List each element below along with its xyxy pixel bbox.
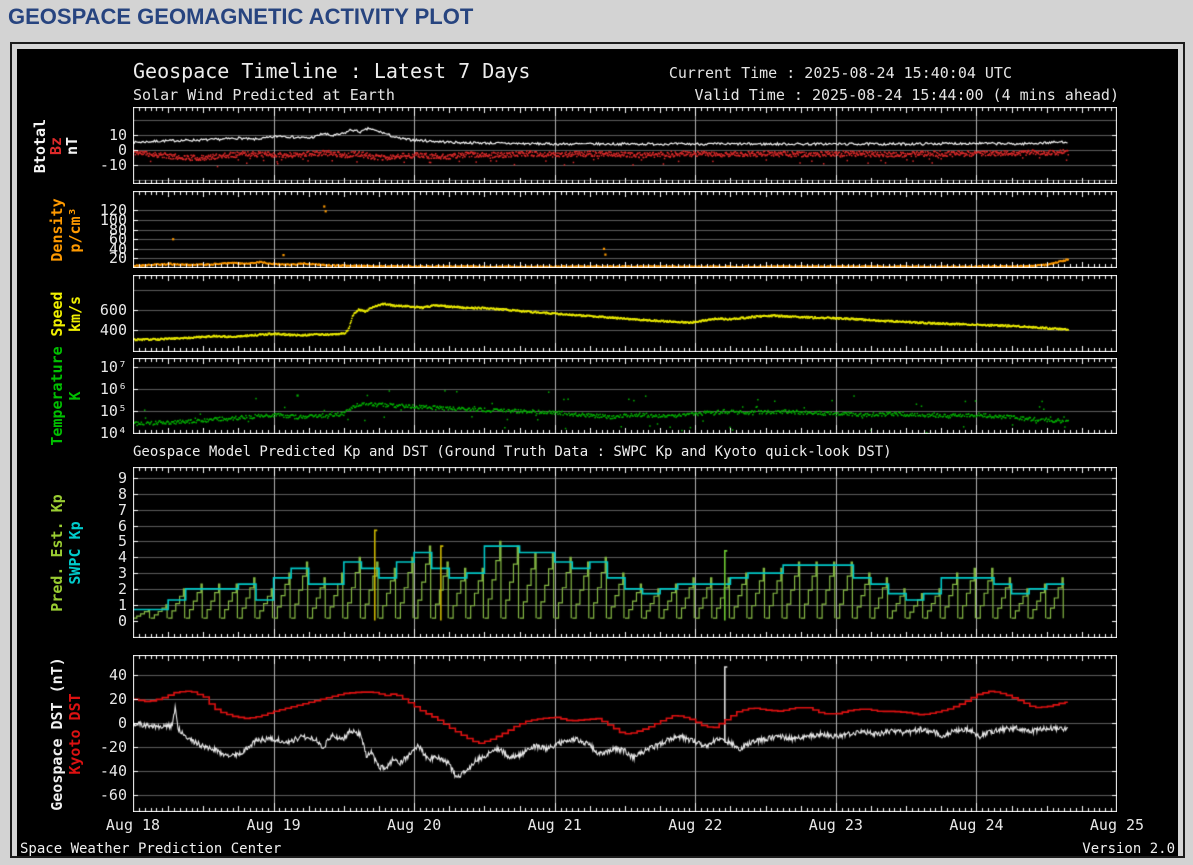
y-tick-label-temperature: 10⁵	[99, 401, 127, 420]
y-tick-label-dst: -40	[99, 762, 127, 781]
panel-temperature	[133, 358, 1117, 434]
y-tick-label-speed: 600	[99, 301, 127, 319]
y-tick-label-kp: 7	[117, 500, 127, 519]
x-tick-label: Aug 21	[527, 816, 582, 834]
plot-image: Geospace Timeline : Latest 7 Days Curren…	[17, 49, 1178, 856]
axis-label-bt-bz: nT	[63, 136, 81, 155]
valid-time-label: Valid Time : 2025-08-24 15:44:00 (4 mins…	[694, 86, 1119, 104]
plot-subtitle: Solar Wind Predicted at Earth	[133, 86, 395, 104]
x-tick-label: Aug 25	[1089, 816, 1145, 834]
y-tick-label-kp: 4	[117, 548, 127, 567]
axis-label-density: Density	[48, 197, 66, 262]
y-tick-label-temperature: 10⁷	[99, 357, 127, 376]
axis-label-density: p/cm³	[66, 206, 84, 253]
footer-version: Version 2.0	[1082, 841, 1175, 856]
axis-label-kp: Pred. Est. Kp	[48, 493, 66, 612]
axis-label-temperature: K	[66, 391, 84, 401]
panel-dst	[133, 655, 1117, 812]
y-tick-label-bt-bz: -10	[99, 155, 127, 174]
page-title: GEOSPACE GEOMAGNETIC ACTIVITY PLOT	[8, 4, 474, 29]
axis-label-speed: km/s	[66, 295, 84, 332]
footer-source: Space Weather Prediction Center	[20, 841, 282, 856]
panel-bt-bz	[133, 107, 1117, 184]
x-tick-label: Aug 22	[668, 816, 723, 834]
y-tick-label-dst: 0	[117, 714, 127, 733]
x-tick-label: Aug 19	[246, 816, 301, 834]
plot-frame: Geospace Timeline : Latest 7 Days Curren…	[10, 42, 1185, 858]
y-tick-label-dst: 40	[108, 666, 127, 685]
axis-label-dst: Kyoto DST	[66, 692, 84, 775]
y-tick-label-kp: 1	[117, 595, 127, 614]
y-tick-label-kp: 0	[117, 611, 127, 630]
y-tick-label-temperature: 10⁶	[99, 379, 127, 398]
y-tick-label-dst: -60	[99, 786, 127, 805]
panel-density	[133, 191, 1117, 268]
y-tick-label-kp: 6	[117, 516, 127, 535]
x-tick-label: Aug 23	[808, 816, 863, 834]
axis-label-temperature: Temperature	[48, 346, 66, 446]
plot-title: Geospace Timeline : Latest 7 Days	[133, 59, 531, 83]
y-tick-label-dst: -20	[99, 738, 127, 757]
axis-label-dst: Geospace DST (nT)	[48, 656, 66, 811]
y-tick-label-kp: 5	[117, 532, 127, 551]
y-tick-label-kp: 9	[117, 469, 127, 488]
x-tick-label: Aug 18	[105, 816, 161, 834]
y-tick-label-density: 20	[108, 249, 127, 268]
y-tick-label-speed: 400	[99, 321, 127, 339]
y-tick-label-kp: 3	[117, 564, 127, 583]
axis-label-speed: Speed	[48, 290, 66, 337]
x-tick-label: Aug 24	[949, 816, 1004, 834]
axis-label-kp: SWPC Kp	[66, 520, 84, 585]
panel-kp	[133, 467, 1117, 638]
current-time-label: Current Time : 2025-08-24 15:40:04 UTC	[668, 64, 1012, 82]
y-tick-label-kp: 8	[117, 484, 127, 503]
panel-speed	[133, 275, 1117, 352]
y-tick-label-kp: 2	[117, 579, 127, 598]
x-tick-label: Aug 20	[387, 816, 442, 834]
y-tick-label-temperature: 10⁴	[99, 423, 127, 442]
kp-dst-section-title: Geospace Model Predicted Kp and DST (Gro…	[133, 444, 892, 460]
y-tick-label-dst: 20	[108, 690, 127, 709]
